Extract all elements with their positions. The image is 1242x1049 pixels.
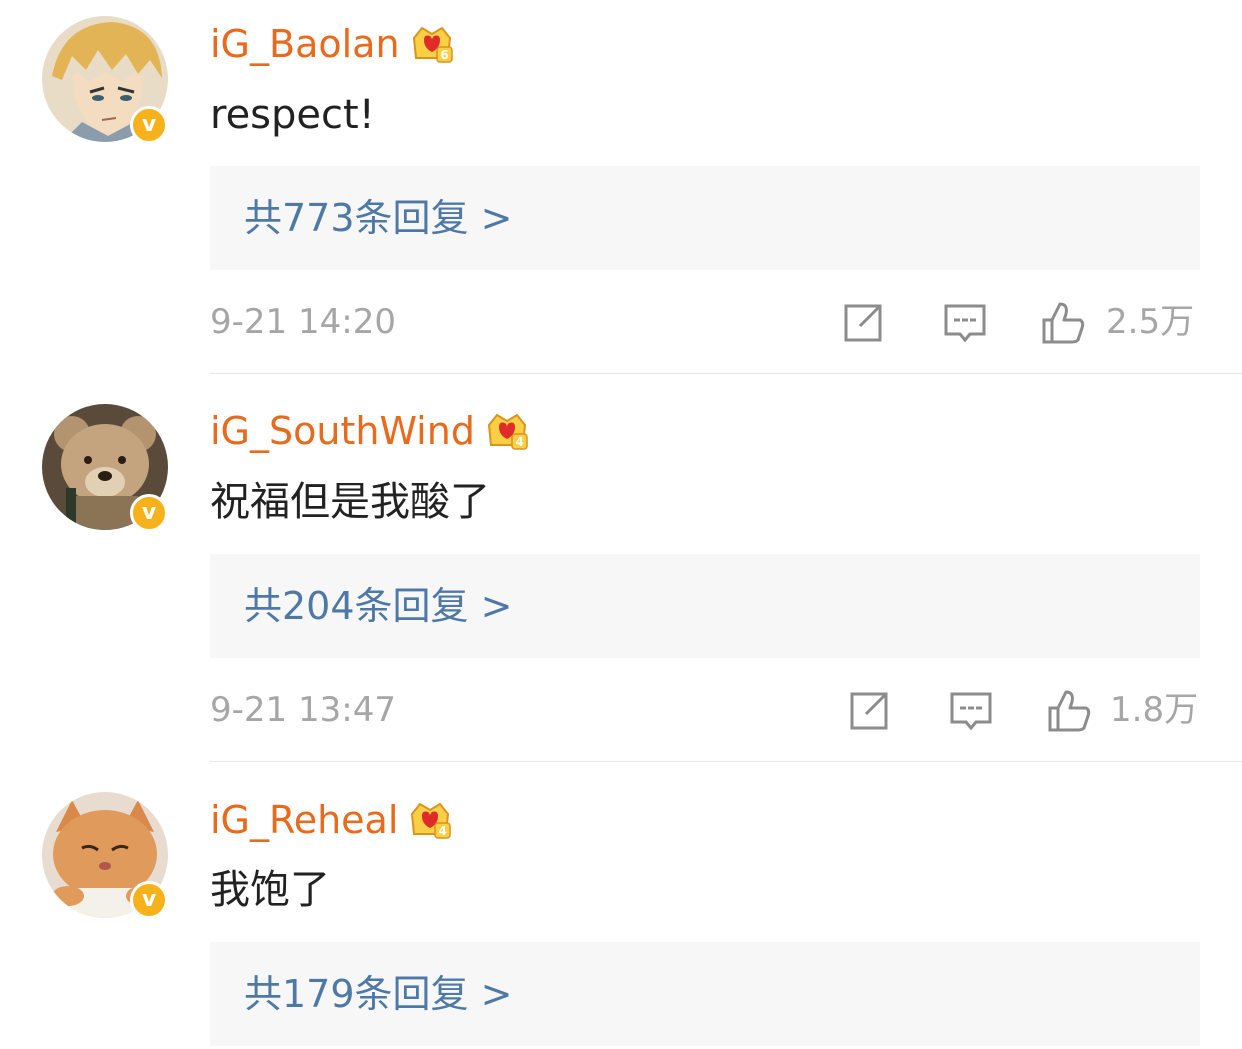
username-row: iG_SouthWind 4 [210,404,529,458]
comment-icon[interactable] [948,688,994,734]
view-replies-link[interactable]: 共204条回复 > [244,554,512,658]
crown-level-badge-icon: 6 [412,26,453,63]
verified-badge-icon: v [130,494,168,532]
svg-text:4: 4 [515,435,523,449]
username[interactable]: iG_Baolan [210,17,400,71]
comment-text: respect! [210,92,375,138]
comment-time: 9-21 14:20 [210,302,396,342]
like-count: 2.5万 [1106,302,1195,342]
view-replies-link[interactable]: 共179条回复 > [244,942,512,1046]
replies-box[interactable]: 共204条回复 > [210,554,1200,658]
verified-badge-icon: v [130,881,168,919]
comment-time: 9-21 13:47 [210,690,396,730]
username[interactable]: iG_SouthWind [210,404,475,458]
share-icon[interactable] [846,688,892,734]
username-row: iG_Reheal 4 [210,793,452,847]
replies-box[interactable]: 共773条回复 > [210,166,1200,270]
svg-text:4: 4 [439,824,447,838]
username-row: iG_Baolan 6 [210,17,454,71]
like-icon[interactable] [1040,300,1086,346]
view-replies-link[interactable]: 共773条回复 > [244,166,512,270]
comment-meta: 9-21 14:20 2.5万 [210,292,1200,352]
share-icon[interactable] [840,300,886,346]
crown-level-badge-icon: 4 [411,802,452,839]
username[interactable]: iG_Reheal [210,793,398,847]
svg-text:6: 6 [440,48,448,62]
comment-icon[interactable] [942,300,988,346]
divider [210,373,1242,374]
like-icon[interactable] [1046,688,1092,734]
replies-box[interactable]: 共179条回复 > [210,942,1200,1046]
comment-text: 祝福但是我酸了 [210,479,490,525]
crown-level-badge-icon: 4 [487,413,528,450]
comment-text: 我饱了 [210,867,330,913]
divider [210,761,1242,762]
like-count: 1.8万 [1110,690,1199,730]
comment-meta: 9-21 13:47 1.8万 [210,680,1200,740]
verified-badge-icon: v [130,106,168,144]
